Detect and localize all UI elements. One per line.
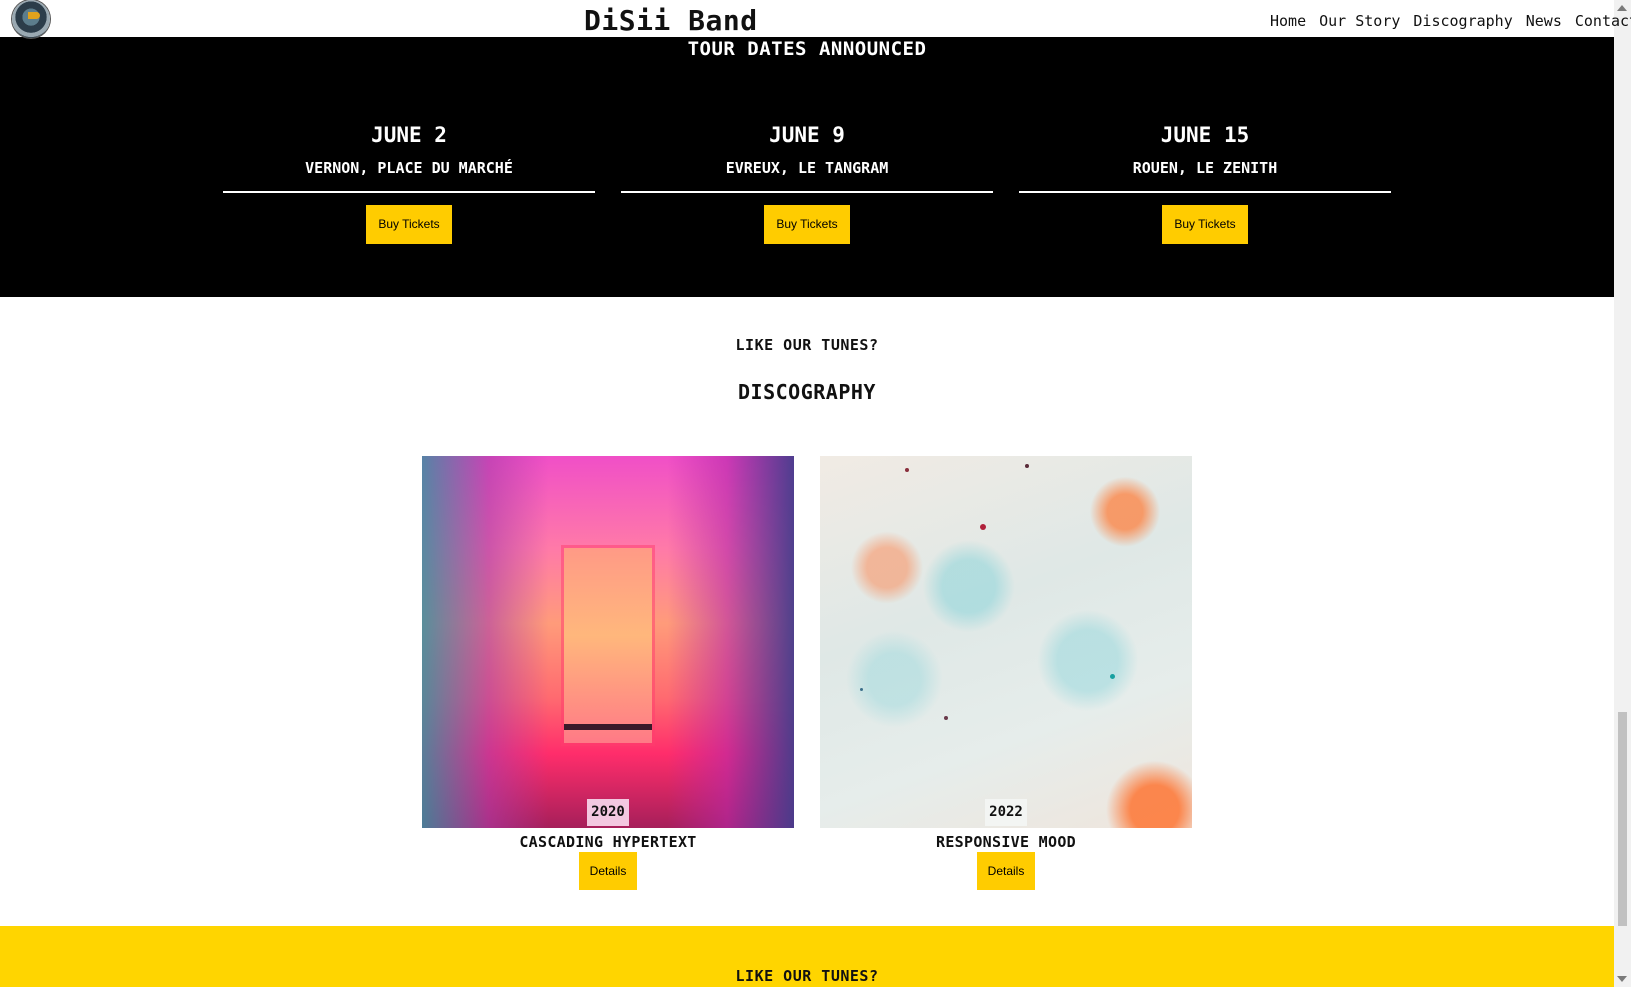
album-details-button[interactable]: Details	[579, 852, 637, 890]
nav-home-link[interactable]: Home	[1270, 12, 1306, 30]
nav-discography-link[interactable]: Discography	[1413, 12, 1512, 30]
tour-date: JUNE 2	[371, 123, 447, 147]
album-name: RESPONSIVE MOOD	[936, 833, 1076, 851]
cta-band-subtitle: LIKE OUR TUNES?	[735, 967, 879, 985]
album-cover-image[interactable]: 2020	[422, 456, 794, 828]
album-card: 2020 CASCADING HYPERTEXT Details	[422, 456, 794, 890]
tour-date: JUNE 9	[769, 123, 845, 147]
cta-band: LIKE OUR TUNES?	[0, 926, 1614, 987]
tour-date-card: JUNE 15 ROUEN, LE ZENITH Buy Tickets	[1019, 123, 1391, 244]
cover-art-dot	[944, 716, 948, 720]
album-year-badge: 2022	[985, 799, 1027, 826]
tour-date-card: JUNE 9 EVREUX, LE TANGRAM Buy Tickets	[621, 123, 993, 244]
discography-title: DISCOGRAPHY	[738, 380, 876, 404]
cover-art-dot	[905, 468, 909, 472]
nav-our-story-link[interactable]: Our Story	[1319, 12, 1400, 30]
cover-art-dot	[980, 524, 986, 530]
main-nav: Home Our Story Discography News Contact	[1270, 12, 1631, 30]
album-cover-image[interactable]: 2022	[820, 456, 1192, 828]
tour-venue: ROUEN, LE ZENITH	[1132, 159, 1278, 177]
divider	[223, 191, 595, 193]
tour-venue: VERNON, PLACE DU MARCHÉ	[305, 159, 513, 177]
discography-subtitle: LIKE OUR TUNES?	[735, 336, 879, 354]
scroll-down-icon[interactable]	[1617, 976, 1627, 982]
buy-tickets-button[interactable]: Buy Tickets	[764, 205, 850, 244]
band-logo-icon[interactable]	[12, 0, 50, 38]
cover-art-corridor	[564, 548, 652, 743]
cover-art-dot	[860, 688, 863, 691]
tour-date: JUNE 15	[1160, 123, 1250, 147]
tour-title: TOUR DATES ANNOUNCED	[687, 38, 927, 60]
buy-tickets-button[interactable]: Buy Tickets	[366, 205, 452, 244]
page-scrollbar[interactable]	[1614, 0, 1631, 987]
scroll-up-icon[interactable]	[1617, 5, 1627, 11]
tour-section: TOUR DATES ANNOUNCED JUNE 2 VERNON, PLAC…	[0, 37, 1614, 297]
nav-news-link[interactable]: News	[1526, 12, 1562, 30]
album-year-badge: 2020	[587, 799, 629, 826]
brand-title[interactable]: DiSii Band	[584, 4, 758, 37]
tour-venue: EVREUX, LE TANGRAM	[725, 159, 889, 177]
divider	[1019, 191, 1391, 193]
buy-tickets-button[interactable]: Buy Tickets	[1162, 205, 1248, 244]
album-details-button[interactable]: Details	[977, 852, 1035, 890]
album-card: 2022 RESPONSIVE MOOD Details	[820, 456, 1192, 890]
nav-contact-link[interactable]: Contact	[1575, 12, 1631, 30]
divider	[621, 191, 993, 193]
cover-art-dot	[1110, 674, 1115, 679]
tour-date-card: JUNE 2 VERNON, PLACE DU MARCHÉ Buy Ticke…	[223, 123, 595, 244]
site-header: DiSii Band Home Our Story Discography Ne…	[0, 0, 1631, 38]
scrollbar-thumb[interactable]	[1618, 712, 1627, 926]
album-name: CASCADING HYPERTEXT	[519, 833, 697, 851]
cover-art-dot	[1025, 464, 1029, 468]
cover-art-floor	[564, 724, 652, 730]
